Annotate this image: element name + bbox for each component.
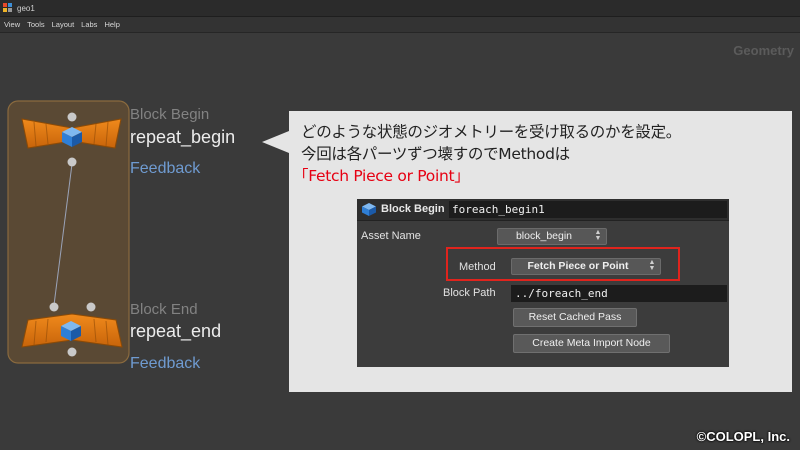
parameter-panel-header: Block Begin foreach_begin1	[357, 199, 729, 221]
begin-output-port[interactable]	[67, 157, 77, 167]
asset-name-menu[interactable]: block_begin ▲ ▼	[497, 228, 607, 245]
begin-node-name-label[interactable]: repeat_begin	[130, 127, 235, 148]
begin-node-type-label: Block Begin	[130, 106, 210, 123]
block-begin-node-icon	[362, 203, 376, 216]
end-input-port-2[interactable]	[86, 302, 96, 312]
copyright-text: ©COLOPL, Inc.	[696, 429, 790, 444]
end-node-feedback-badge: Feedback	[130, 355, 201, 372]
begin-input-port[interactable]	[67, 112, 77, 122]
note-line-2: 今回は各パーツずつ壊すのでMethodは	[301, 145, 570, 163]
method-highlight-box	[446, 247, 680, 281]
note-line-3: 「Fetch Piece or Point」	[293, 167, 470, 185]
end-input-port-1[interactable]	[49, 302, 59, 312]
block-path-label: Block Path	[443, 287, 496, 299]
asset-name-value: block_begin	[515, 230, 573, 242]
block-path-field[interactable]: ../foreach_end	[511, 285, 727, 302]
end-node-type-label: Block End	[130, 301, 198, 318]
annotation-panel: どのような状態のジオメトリーを受け取るのかを設定。 今回は各パーツずつ壊すのでM…	[289, 111, 792, 392]
create-meta-import-node-button[interactable]: Create Meta Import Node	[513, 334, 670, 353]
updown-arrows-icon: ▲ ▼	[594, 229, 602, 242]
end-node-name-label[interactable]: repeat_end	[130, 321, 221, 342]
begin-node-feedback-badge: Feedback	[130, 160, 201, 177]
note-line-1: どのような状態のジオメトリーを受け取るのかを設定。	[301, 123, 682, 141]
asset-name-label: Asset Name	[361, 230, 421, 242]
end-output-port[interactable]	[67, 347, 77, 357]
node-name-field[interactable]: foreach_begin1	[449, 201, 727, 218]
parameter-panel: Block Begin foreach_begin1 Asset Name bl…	[357, 199, 729, 367]
reset-cached-pass-button[interactable]: Reset Cached Pass	[513, 308, 637, 327]
node-type-label: Block Begin	[381, 203, 445, 215]
callout-pointer	[262, 131, 289, 153]
